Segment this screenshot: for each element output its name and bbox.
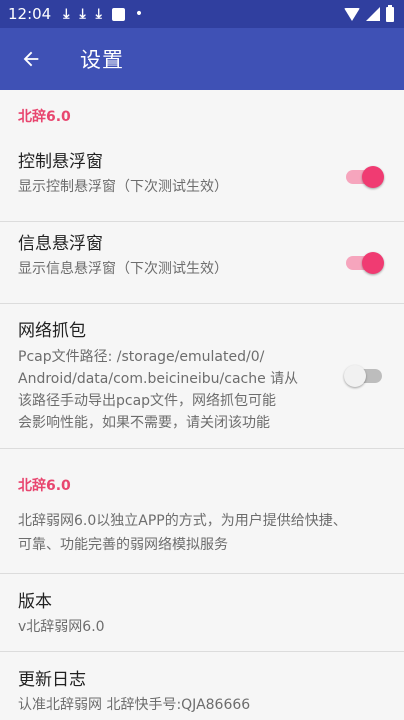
notification-square-icon [111,7,125,21]
pref-title: 控制悬浮窗 [18,152,103,172]
pref-summary: 显示控制悬浮窗（下次测试生效） [18,179,228,195]
pref-summary-line: 该路径手动导出pcap文件，网络抓包可能 [18,393,277,409]
about-text: 北辞弱网6.0以独立APP的方式，为用户提供给快捷、 可靠、功能完善的弱网络模拟… [0,509,404,573]
download-icon: ⤓ [95,6,102,22]
status-time: 12:04 [8,5,52,23]
wifi-icon [344,7,360,21]
pref-text: 版本 v北辞弱网6.0 [18,591,386,638]
info-float-switch[interactable] [346,252,384,274]
dot-icon: • [134,6,144,22]
pref-summary-line: 会影响性能，如果不需要，请关闭该功能 [18,415,270,431]
pref-title: 信息悬浮窗 [18,234,103,254]
signal-icon [366,7,380,21]
pref-changelog[interactable]: 更新日志 认准北辞弱网 北辞快手号:QJA86666 [0,652,404,713]
pref-version[interactable]: 版本 v北辞弱网6.0 [0,574,404,651]
pref-text: 网络抓包 Pcap文件路径: /storage/emulated/0/ Andr… [18,320,386,434]
battery-icon [386,4,394,22]
packet-capture-switch[interactable] [344,365,382,387]
download-icon: ⤓ [79,6,86,22]
pref-text: 信息悬浮窗 显示信息悬浮窗（下次测试生效） [18,233,386,280]
pref-info-float[interactable]: 信息悬浮窗 显示信息悬浮窗（下次测试生效） [0,222,404,303]
arrow-left-icon [23,51,39,67]
pref-title: 更新日志 [18,670,86,690]
pref-text: 更新日志 认准北辞弱网 北辞快手号:QJA86666 [18,669,386,716]
switch-thumb [362,166,384,188]
status-right [344,4,394,22]
category-header: 北辞6.0 [18,478,71,494]
status-bar: 12:04 ⤓ ⤓ ⤓ • [0,0,404,28]
download-icon: ⤓ [63,6,70,22]
page-title: 设置 [80,48,124,72]
pref-summary-line: Android/data/com.beicineibu/cache 请从 [18,371,299,387]
settings-list: 北辞6.0 控制悬浮窗 显示控制悬浮窗（下次测试生效） 信息悬浮窗 显示信息悬浮… [0,90,404,713]
switch-thumb [362,252,384,274]
about-line: 北辞弱网6.0以独立APP的方式，为用户提供给快捷、 [18,513,347,529]
pref-title: 版本 [18,592,52,612]
pref-summary-line: Pcap文件路径: /storage/emulated/0/ [18,349,265,365]
pref-summary: 认准北辞弱网 北辞快手号:QJA86666 [18,697,251,713]
category-header: 北辞6.0 [18,109,71,125]
pref-control-float[interactable]: 控制悬浮窗 显示控制悬浮窗（下次测试生效） [0,140,404,221]
pref-summary: 显示信息悬浮窗（下次测试生效） [18,261,228,277]
pref-summary: v北辞弱网6.0 [18,619,105,635]
about-line: 可靠、功能完善的弱网络模拟服务 [18,537,228,553]
app-bar: 设置 [0,28,404,90]
pref-title: 网络抓包 [18,321,86,341]
back-button[interactable] [0,28,62,90]
pref-packet-capture[interactable]: 网络抓包 Pcap文件路径: /storage/emulated/0/ Andr… [0,304,404,448]
pref-text: 控制悬浮窗 显示控制悬浮窗（下次测试生效） [18,151,386,198]
control-float-switch[interactable] [346,166,384,188]
switch-thumb [344,365,366,387]
